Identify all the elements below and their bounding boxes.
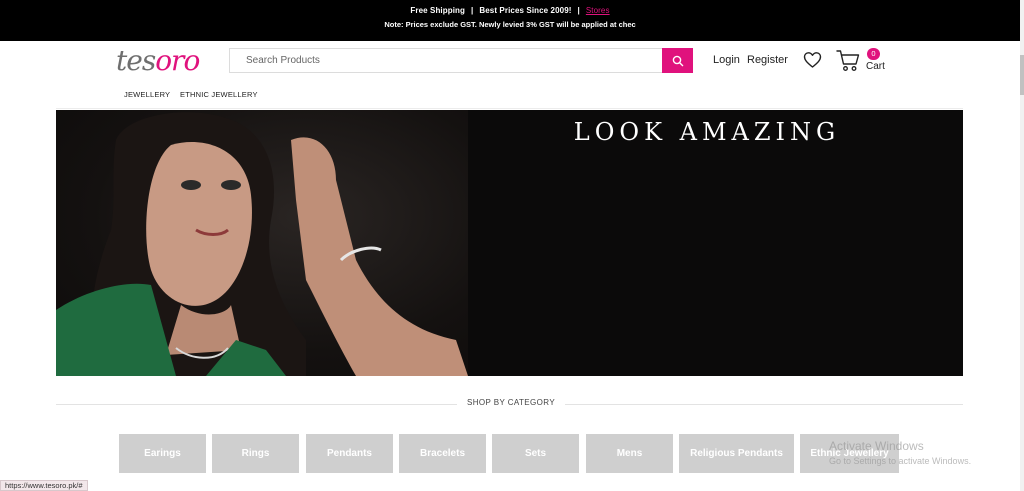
category-bracelets[interactable]: Bracelets — [399, 434, 486, 473]
register-link[interactable]: Register — [747, 54, 788, 66]
announcement-line: Free Shipping | Best Prices Since 2009! | St… — [0, 6, 1020, 15]
nav-item-ethnic-jewellery[interactable]: ETHNIC JEWELLERY — [180, 90, 258, 99]
heart-icon[interactable] — [803, 51, 822, 69]
watermark-subtitle: Go to Settings to activate Windows. — [829, 456, 972, 466]
search-bar — [229, 48, 693, 73]
category-earings[interactable]: Earings — [119, 434, 206, 473]
search-input[interactable] — [230, 49, 663, 72]
hero-headline: LOOK AMAZING — [573, 118, 841, 146]
activate-windows-watermark: Activate Windows Go to Settings to activ… — [829, 439, 971, 466]
browser-status-url: https://www.tesoro.pk/# — [0, 480, 88, 491]
announcement-bar: Free Shipping | Best Prices Since 2009! | St… — [0, 0, 1020, 41]
cart-icon[interactable] — [836, 49, 861, 73]
scrollbar-thumb[interactable] — [1020, 55, 1024, 95]
free-shipping-text: Free Shipping — [410, 6, 466, 15]
logo-text-part1: tes — [116, 44, 156, 77]
logo-text-part2: oro — [155, 44, 200, 77]
search-icon — [672, 55, 683, 66]
gst-note: Note: Prices exclude GST. Newly levied 3… — [384, 20, 636, 29]
cart-count-badge: 0 — [867, 48, 880, 60]
divider: | — [471, 6, 474, 15]
category-sets[interactable]: Sets — [492, 434, 579, 473]
category-religious-pendants[interactable]: Religious Pendants — [679, 434, 794, 473]
category-mens[interactable]: Mens — [586, 434, 673, 473]
page-scrollbar[interactable] — [1020, 0, 1024, 491]
stores-link[interactable]: Stores — [586, 6, 610, 15]
best-prices-text: Best Prices Since 2009! — [479, 6, 572, 15]
nav-item-jewellery[interactable]: JEWELLERY — [124, 90, 170, 99]
hero-model-illustration — [56, 112, 468, 376]
hero-banner[interactable] — [56, 110, 963, 376]
category-pendants[interactable]: Pendants — [306, 434, 393, 473]
category-rings[interactable]: Rings — [212, 434, 299, 473]
divider: | — [577, 6, 580, 15]
site-logo[interactable]: tesoro — [116, 44, 200, 77]
login-link[interactable]: Login — [713, 54, 740, 66]
shop-by-category-title: SHOP BY CATEGORY — [457, 398, 566, 407]
hero-model-photo — [56, 110, 468, 376]
search-button[interactable] — [662, 48, 693, 73]
watermark-title: Activate Windows — [829, 439, 924, 453]
nav-divider — [56, 108, 963, 109]
cart-label[interactable]: Cart — [866, 61, 885, 72]
